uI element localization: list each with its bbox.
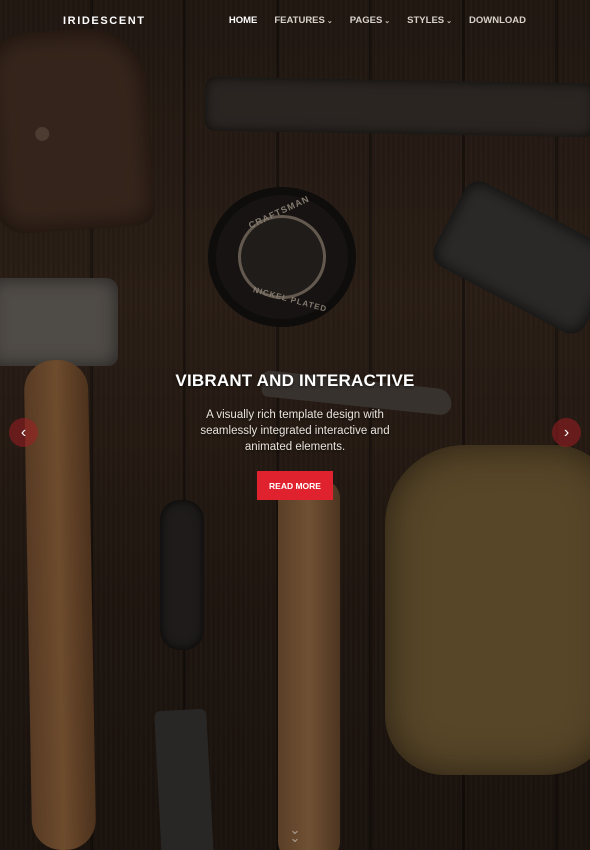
nav-item-pages[interactable]: PAGES ⌄ bbox=[350, 15, 390, 26]
nav-item-label: DOWNLOAD bbox=[469, 15, 526, 26]
nav-item-features[interactable]: FEATURES ⌄ bbox=[274, 15, 332, 26]
chevron-down-icon: ⌄ bbox=[326, 17, 333, 25]
brand-logo[interactable]: IRIDESCENT bbox=[63, 15, 146, 27]
chevron-down-icon: ⌄ bbox=[446, 17, 452, 25]
scroll-down-button[interactable]: ⌄ ⌄ bbox=[284, 823, 306, 844]
nav-item-download[interactable]: DOWNLOAD bbox=[469, 15, 526, 26]
double-chevron-down-icon: ⌄ ⌄ bbox=[289, 822, 301, 845]
chevron-down-icon: ⌄ bbox=[384, 17, 391, 25]
read-more-button[interactable]: READ MORE bbox=[257, 471, 333, 500]
chevron-left-icon: ‹ bbox=[20, 423, 27, 441]
nav-item-styles[interactable]: STYLES ⌄ bbox=[407, 15, 452, 26]
nav-item-label: HOME bbox=[228, 15, 258, 26]
slide-headline: VIBRANT AND INTERACTIVE bbox=[175, 371, 415, 390]
slide-caption: VIBRANT AND INTERACTIVE A visually rich … bbox=[0, 371, 590, 455]
main-menu: HOME FEATURES ⌄ PAGES ⌄ STYLES ⌄ DOWNLOA… bbox=[229, 15, 526, 26]
slider-next-button[interactable]: › bbox=[552, 418, 581, 447]
nav-item-label: STYLES bbox=[407, 15, 445, 26]
slider-prev-button[interactable]: ‹ bbox=[9, 418, 38, 447]
top-navbar: IRIDESCENT HOME FEATURES ⌄ PAGES ⌄ STYLE… bbox=[0, 0, 590, 44]
nav-item-label: PAGES bbox=[349, 15, 383, 26]
slide-subtext: A visually rich template design with sea… bbox=[200, 409, 390, 453]
nav-item-label: FEATURES bbox=[274, 15, 325, 26]
nav-item-home[interactable]: HOME bbox=[229, 15, 258, 26]
chevron-right-icon: › bbox=[563, 423, 570, 441]
